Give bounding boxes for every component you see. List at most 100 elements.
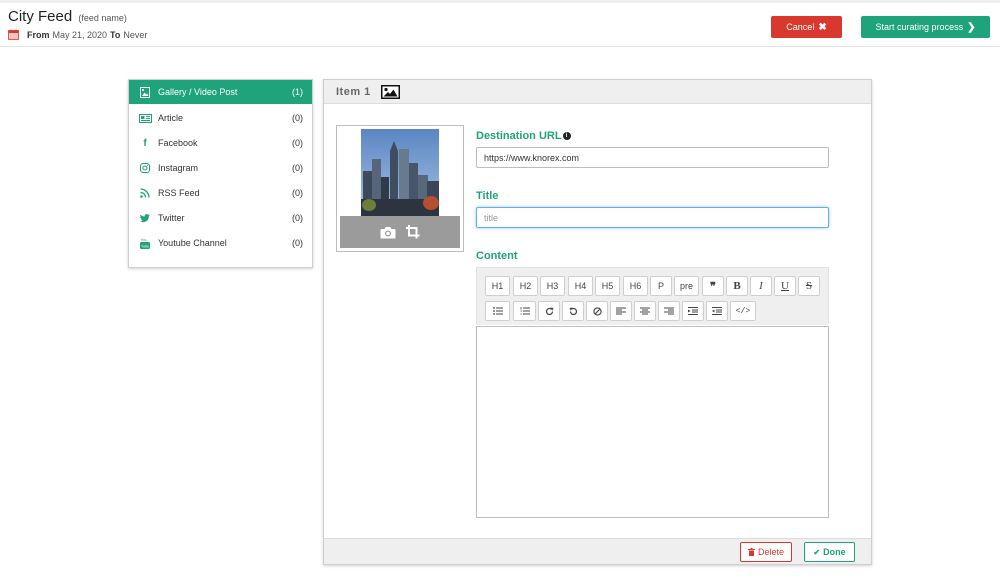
destination-url-label-text: Destination URL — [476, 130, 562, 142]
redo-icon — [545, 307, 553, 315]
indent-button[interactable] — [682, 301, 704, 321]
editor-toolbar: H1 H2 H3 H4 H5 H6 P pre ❞ B I U S </> — [476, 267, 829, 325]
align-center-button[interactable] — [634, 301, 656, 321]
done-label: Done — [823, 547, 846, 557]
facebook-icon: f — [143, 137, 147, 149]
content-editor[interactable] — [476, 326, 829, 518]
underline-button[interactable]: U — [774, 276, 796, 296]
h3-button[interactable]: H3 — [540, 276, 565, 296]
svg-text:Tube: Tube — [141, 244, 149, 248]
align-right-button[interactable] — [658, 301, 680, 321]
h1-button[interactable]: H1 — [485, 276, 510, 296]
numbered-list-button[interactable] — [513, 301, 536, 321]
undo-button[interactable] — [562, 301, 584, 321]
content-label: Content — [476, 250, 518, 262]
sidebar-item-count: (1) — [292, 87, 303, 97]
sidebar-item-count: (0) — [292, 238, 303, 248]
sidebar-item-count: (0) — [292, 188, 303, 198]
strikethrough-button[interactable]: S — [798, 276, 820, 296]
feed-name-hint: (feed name) — [78, 13, 127, 23]
h4-button[interactable]: H4 — [568, 276, 593, 296]
sidebar-item-label: Twitter — [158, 213, 185, 223]
pre-button[interactable]: pre — [674, 276, 699, 296]
sidebar-item-instagram[interactable]: Instagram (0) — [129, 156, 312, 180]
sidebar-item-facebook[interactable]: f Facebook (0) — [129, 131, 312, 155]
title-label: Title — [476, 190, 499, 202]
svg-text:You: You — [141, 238, 147, 242]
item-editor-card: Item 1 Destination URL i https://www.kno… — [323, 79, 872, 565]
bullet-list-icon — [492, 307, 503, 315]
page-header: City Feed (feed name) From May 21, 2020 … — [0, 3, 1000, 47]
thumbnail-actions — [340, 216, 460, 248]
image-icon[interactable] — [380, 84, 400, 99]
sidebar-item-label: RSS Feed — [158, 188, 200, 198]
outdent-button[interactable] — [706, 301, 728, 321]
info-icon[interactable]: i — [562, 132, 571, 140]
code-icon: </> — [735, 306, 751, 316]
sidebar-item-rss[interactable]: RSS Feed (0) — [129, 181, 312, 205]
date-range[interactable]: From May 21, 2020 To Never — [8, 29, 150, 40]
align-right-icon — [664, 307, 674, 315]
redo-button[interactable] — [538, 301, 560, 321]
item-title: Item 1 — [336, 85, 371, 98]
item-footer: Delete ✔ Done — [324, 538, 871, 564]
camera-icon[interactable] — [380, 226, 396, 239]
twitter-icon — [138, 213, 152, 223]
undo-icon — [569, 307, 577, 315]
outdent-icon — [712, 307, 722, 315]
rss-icon — [138, 188, 152, 198]
check-icon: ✔ — [813, 547, 821, 557]
trash-icon — [747, 548, 755, 556]
sidebar-item-label: Instagram — [158, 163, 199, 173]
h5-button[interactable]: H5 — [595, 276, 620, 296]
article-icon — [138, 113, 152, 123]
sidebar-item-count: (0) — [292, 138, 303, 148]
destination-url-label: Destination URL i — [476, 130, 571, 142]
destination-url-input[interactable] — [476, 147, 829, 168]
crop-icon[interactable] — [406, 225, 420, 239]
align-left-icon — [616, 307, 626, 315]
done-button[interactable]: ✔ Done — [804, 542, 855, 562]
youtube-icon: You Tube — [138, 238, 152, 249]
sidebar-item-count: (0) — [292, 163, 303, 173]
clear-format-button[interactable] — [586, 301, 608, 321]
sidebar-item-label: Youtube Channel — [158, 238, 227, 248]
page-title: City Feed (feed name) — [8, 8, 127, 25]
sidebar-item-count: (0) — [292, 213, 303, 223]
gallery-icon — [138, 86, 152, 98]
indent-icon — [688, 307, 698, 315]
start-curating-label: Start curating process — [875, 22, 964, 32]
calendar-icon — [8, 29, 19, 40]
h6-button[interactable]: H6 — [623, 276, 648, 296]
chevron-right-icon: ❯ — [967, 21, 976, 33]
sidebar-item-twitter[interactable]: Twitter (0) — [129, 206, 312, 230]
sidebar-item-label: Article — [158, 113, 184, 123]
title-input[interactable] — [476, 207, 829, 228]
close-icon: ✖ — [818, 21, 827, 33]
sidebar-item-article[interactable]: Article (0) — [129, 106, 312, 130]
code-view-button[interactable]: </> — [730, 301, 756, 321]
sidebar-item-label: Gallery / Video Post — [158, 87, 238, 97]
media-thumbnail[interactable] — [336, 125, 464, 252]
from-date: May 21, 2020 — [52, 29, 108, 40]
feed-name[interactable]: City Feed — [8, 8, 72, 25]
item-header: Item 1 — [324, 80, 871, 104]
italic-button[interactable]: I — [750, 276, 772, 296]
quote-icon: ❞ — [710, 280, 716, 293]
post-type-sidebar: Gallery / Video Post (1) Article (0) f F… — [128, 79, 313, 268]
sidebar-item-youtube[interactable]: You Tube Youtube Channel (0) — [129, 231, 312, 255]
bold-button[interactable]: B — [726, 276, 748, 296]
numbered-list-icon — [520, 307, 530, 315]
bullet-list-button[interactable] — [485, 301, 510, 321]
start-curating-button[interactable]: Start curating process ❯ — [861, 16, 990, 38]
to-date: Never — [123, 29, 148, 40]
align-center-icon — [640, 307, 650, 315]
sidebar-item-gallery[interactable]: Gallery / Video Post (1) — [129, 80, 312, 104]
cancel-button[interactable]: Cancel ✖ — [771, 16, 842, 38]
align-left-button[interactable] — [610, 301, 632, 321]
quote-button[interactable]: ❞ — [702, 276, 724, 296]
paragraph-button[interactable]: P — [650, 276, 672, 296]
delete-button[interactable]: Delete — [740, 542, 792, 562]
h2-button[interactable]: H2 — [513, 276, 538, 296]
cancel-label: Cancel — [786, 22, 815, 32]
